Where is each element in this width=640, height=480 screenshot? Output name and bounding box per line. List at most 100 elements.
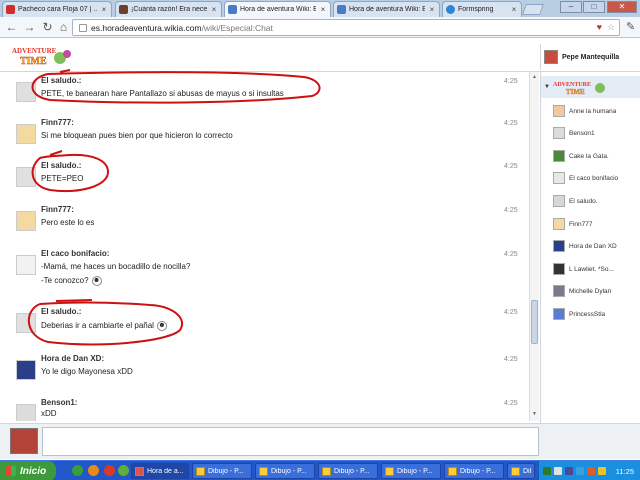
scroll-down-icon[interactable]: ▼	[531, 411, 538, 418]
quicklaunch-icon[interactable]	[104, 465, 115, 476]
forward-icon[interactable]: →	[22, 20, 37, 35]
clock: 11:25	[615, 466, 634, 476]
browser-tab-4[interactable]: Formspring ×	[442, 1, 522, 17]
quicklaunch-icon[interactable]	[118, 465, 129, 476]
star-icon[interactable]: ☆	[607, 22, 615, 33]
scroll-up-icon[interactable]: ▲	[531, 74, 538, 81]
tab-title: Hora de aventura Wiki: E...	[349, 6, 425, 13]
user-avatar	[553, 105, 565, 117]
paint-icon	[196, 466, 205, 476]
chat-message: Finn777: Pero este lo es 4:25	[8, 205, 530, 243]
minimize-button[interactable]: –	[560, 1, 582, 13]
message-text: -Mamá, me haces un bocadillo de nocilla?	[41, 262, 191, 271]
current-user-name: Pepe Mantequilla	[562, 53, 620, 61]
chat-user[interactable]: Anne la humana	[553, 103, 640, 119]
new-tab-button[interactable]	[521, 4, 545, 15]
message-text-line: -Te conozco?	[41, 276, 89, 286]
wrench-menu-icon[interactable]: ✎	[626, 20, 635, 33]
chat-scrollbar[interactable]: ▲ ▼	[529, 72, 539, 421]
tray-icon[interactable]	[565, 467, 573, 475]
quicklaunch-icon[interactable]	[88, 465, 99, 476]
sender-avatar	[16, 167, 36, 187]
message-text: Si me bloquean pues bien por que hiciero…	[41, 131, 233, 140]
url-path: /wiki/Especial:Chat	[201, 22, 273, 33]
scroll-thumb[interactable]	[531, 300, 538, 344]
chat-user[interactable]: Cake la Gata.	[553, 148, 640, 164]
tray-icon[interactable]	[543, 467, 551, 475]
browser-tab-2[interactable]: Hora de aventura Wiki: E... ×	[224, 1, 331, 17]
browser-tab-1[interactable]: ¡Cuánta razón! Era nece... ×	[115, 1, 222, 17]
taskbar-item-label: Dibujo - P...	[208, 467, 244, 475]
volume-icon[interactable]	[598, 467, 606, 475]
page-icon	[79, 23, 87, 32]
taskbar-item[interactable]: Dibujo - P...	[255, 463, 315, 479]
message-text: PETE=PEO	[41, 174, 84, 183]
user-avatar	[553, 285, 565, 297]
taskbar-item[interactable]: Dibujo - P...	[381, 463, 441, 479]
wikia-icon	[228, 5, 237, 14]
chat-user[interactable]: Benson1	[553, 125, 640, 141]
close-tab-icon[interactable]: ×	[210, 5, 218, 14]
sender-avatar	[16, 313, 36, 333]
chat-user[interactable]: Finn777	[553, 216, 640, 232]
close-tab-icon[interactable]: ×	[100, 5, 108, 14]
chat-message: El caco bonifacio: -Mamá, me haces un bo…	[8, 249, 530, 301]
maximize-button[interactable]: □	[583, 1, 605, 13]
chat-user[interactable]: Hora de Dan XD	[553, 238, 640, 254]
url-text: es.horadeaventura.wikia.com/wiki/Especia…	[91, 23, 273, 33]
home-icon[interactable]: ⌂	[56, 20, 71, 35]
address-bar[interactable]: es.horadeaventura.wikia.com/wiki/Especia…	[72, 19, 620, 36]
message-time: 4:25	[504, 251, 518, 258]
taskbar-item[interactable]: Dibujo - P...	[192, 463, 252, 479]
reload-icon[interactable]: ↻	[40, 20, 55, 35]
quicklaunch-icon[interactable]	[72, 465, 83, 476]
chat-user[interactable]: Michelle Dylan	[553, 283, 640, 299]
windows-taskbar: Inicio Hora de a... Dibujo - P... Dibujo…	[0, 460, 640, 480]
chat-message: El saludo.: PETE, te banearan hare Panta…	[8, 76, 530, 114]
user-name: El caco bonifacio	[569, 174, 619, 182]
emoticon-icon: ☻	[156, 321, 167, 331]
tab-title: Pacheco cara Floja 07 | ...	[18, 6, 97, 13]
room-header[interactable]: ▼ ADVENTURE TIME	[541, 76, 640, 98]
user-name: Finn777	[569, 220, 593, 228]
tray-icon[interactable]	[587, 467, 595, 475]
heart-icon[interactable]: ♥	[597, 22, 602, 33]
close-tab-icon[interactable]: ×	[428, 5, 436, 14]
paint-icon	[511, 466, 520, 476]
message-sender: El saludo.:	[41, 307, 82, 316]
user-avatar	[553, 263, 565, 275]
tab-title: Hora de aventura Wiki: E...	[240, 6, 316, 13]
user-name: Cake la Gata.	[569, 152, 609, 160]
taskbar-item[interactable]: Dibujo - P...	[318, 463, 378, 479]
paint-icon	[259, 466, 268, 476]
user-name: Hora de Dan XD	[569, 242, 617, 250]
chrome-icon	[135, 466, 144, 476]
start-button[interactable]: Inicio	[0, 461, 56, 480]
chat-user[interactable]: L Lawliet. *So...	[553, 261, 640, 277]
user-name: L Lawliet. *So...	[569, 265, 614, 273]
taskbar-item[interactable]: Dibujo - P...	[444, 463, 504, 479]
taskbar-item-label: Dibujo - P...	[460, 467, 496, 475]
browser-tab-0[interactable]: Pacheco cara Floja 07 | ... ×	[2, 1, 112, 17]
sender-avatar	[16, 211, 36, 231]
network-icon[interactable]	[576, 467, 584, 475]
close-tab-icon[interactable]: ×	[510, 5, 518, 14]
user-avatar	[553, 240, 565, 252]
chat-input-field[interactable]	[42, 427, 539, 456]
message-text-line: Deberias ir a cambiarte el pañal	[41, 321, 154, 331]
close-window-button[interactable]: ✕	[607, 1, 637, 13]
chat-user[interactable]: PrincessStla	[553, 306, 640, 322]
back-icon[interactable]: ←	[4, 20, 19, 35]
taskbar-item[interactable]: Dibujo - P...	[507, 463, 535, 479]
user-avatar	[553, 308, 565, 320]
close-tab-icon[interactable]: ×	[319, 5, 327, 14]
my-avatar	[10, 428, 38, 454]
tray-icon[interactable]	[554, 467, 562, 475]
chat-user[interactable]: El saludo.	[553, 193, 640, 209]
browser-tab-3[interactable]: Hora de aventura Wiki: E... ×	[333, 1, 440, 17]
chat-user[interactable]: El caco bonifacio	[553, 170, 640, 186]
collapse-arrow-icon[interactable]: ▼	[544, 84, 550, 90]
message-text: Yo le digo Mayonesa xDD	[41, 367, 133, 376]
taskbar-item[interactable]: Hora de a...	[131, 463, 189, 479]
current-user-box[interactable]: Pepe Mantequilla	[540, 44, 640, 70]
